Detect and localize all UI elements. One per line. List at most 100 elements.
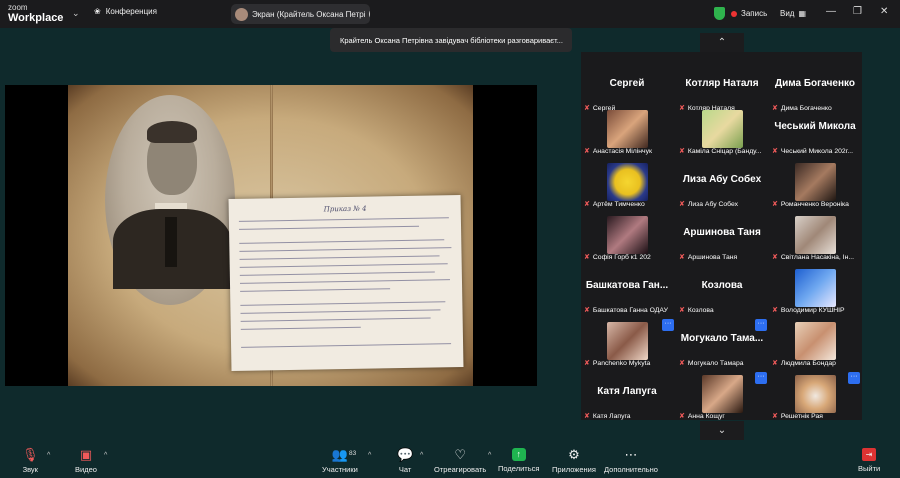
record-indicator[interactable]: Запись [731,9,767,18]
participant-tile[interactable]: ✘ Каміла Сніцар (Банду... [676,107,768,160]
leave-button[interactable]: ⇥ Выйти [858,448,880,473]
participant-tile[interactable]: ✘ Романченко Вероніка [769,160,861,213]
mic-muted-icon: ✘ [772,148,778,155]
participant-tile[interactable]: ✘ Софія Горб к1 202 [581,213,673,266]
participant-video [607,216,648,254]
tile-more-button[interactable]: ··· [755,372,767,384]
conference-menu[interactable]: ❀ Конференция [94,7,157,16]
tile-more-button[interactable]: ··· [755,319,767,331]
participant-label: ✘ Володимир КУШНІР [772,306,845,315]
participant-tile[interactable]: Чеський Микола ✘ Чеський Микола 202г... [769,107,861,160]
mic-muted-icon: ✘ [679,148,685,155]
more-dots-icon: ⋯ [624,447,638,462]
handwritten-document: Приказ № 4 [228,194,464,372]
security-shield-icon[interactable] [714,7,725,20]
share-button[interactable]: ↑ Поделиться [498,448,539,473]
participant-label: ✘ Panchenko Mykyta [584,359,651,368]
leave-label: Выйти [858,464,881,473]
video-button[interactable]: ▣ Видео [75,447,97,475]
participant-tile[interactable]: Лиза Абу Собех ✘ Лиза Абу Собех [676,160,768,213]
participant-video [607,110,648,148]
participant-tile[interactable]: Аршинова Таня ✘ Аршинова Таня [676,213,768,266]
mic-muted-icon: ✘ [679,307,685,314]
tooltip-text: Крайтель Оксана Петрівна завідувач біблі… [340,35,563,45]
participant-label: ✘ Решетнік Рая [772,412,823,421]
participant-name-large: Могукало Тама... [680,333,764,344]
microphone-muted-icon: 🎙 [22,447,39,462]
participant-tile[interactable]: ✘ Світлана Насакіна, Ін... [769,213,861,266]
audio-options-caret[interactable]: ^ [47,452,50,459]
share-label: Поделиться [498,464,540,473]
view-grid-icon: ▦ [798,9,807,18]
react-button[interactable]: ♡ Отреагировать [434,448,487,475]
title-bar: zoom Workplace ⌄ ❀ Конференция Экран (Кр… [0,0,900,28]
conference-label: Конференция [105,7,157,16]
mic-muted-icon: ✘ [584,254,590,261]
camera-off-icon: ▣ [79,447,93,462]
audio-button[interactable]: 🎙 Звук [22,447,39,475]
tile-more-button[interactable]: ··· [662,319,674,331]
participant-tile[interactable]: ✘ Володимир КУШНІР [769,266,861,319]
share-arrow-icon: ↑ [511,448,526,461]
document-title: Приказ № 4 [323,204,367,214]
participant-label: ✘ Артём Тимченко [584,200,645,209]
more-options-icon[interactable]: ··· [369,8,370,20]
meeting-toolbar: 🎙 Звук ^ ▣ Видео ^ 👥 Участники 83 ^ 💬 Ча… [0,440,900,478]
participant-label: ✘ Романченко Вероніка [772,200,849,209]
gallery-next-button[interactable]: ⌄ [700,421,744,440]
participant-tile[interactable]: ✘ Артём Тимченко [581,160,673,213]
participant-label: ✘ Анастасія Мілінчук [584,147,652,156]
participant-name-large: Лиза Абу Собех [682,174,762,185]
mic-muted-icon: ✘ [584,307,590,314]
participant-video [795,163,836,201]
mic-muted-icon: ✘ [679,413,685,420]
participant-label: ✘ Башкатова Ганна ОДАУ [584,306,668,315]
participant-video [702,375,743,413]
chat-options-caret[interactable]: ^ [420,452,423,459]
avatar [235,7,248,21]
apps-button[interactable]: ⚙ Приложения [552,447,596,475]
more-button[interactable]: ⋯ Дополнительно [604,447,658,475]
react-options-caret[interactable]: ^ [488,452,491,459]
shared-screen[interactable]: Приказ № 4 [5,85,537,386]
mic-muted-icon: ✘ [679,254,685,261]
gallery-prev-button[interactable]: ⌃ [700,33,744,52]
participants-options-caret[interactable]: ^ [368,452,371,459]
screen-share-label: Экран (Крайтель Оксана Петрі [252,9,366,19]
participant-tile[interactable]: ✘ Panchenko Mykyta [581,319,673,372]
participant-name-large: Козлова [701,280,743,291]
participant-tile[interactable]: ✘ Людмила Бондар [769,319,861,372]
close-icon[interactable]: ✕ [880,6,888,17]
mic-muted-icon: ✘ [772,201,778,208]
chevron-down-icon[interactable]: ⌄ [72,8,80,19]
participant-label: ✘ Анна Кощуг [679,412,725,421]
participant-video [795,216,836,254]
tile-more-button[interactable]: ··· [848,372,860,384]
video-options-caret[interactable]: ^ [104,452,107,459]
minimize-icon[interactable]: — [826,6,836,17]
participant-label: ✘ Софія Горб к1 202 [584,253,651,262]
screen-share-indicator[interactable]: Экран (Крайтель Оксана Петрі ··· [231,4,370,24]
participant-label: ✘ Могукало Тамара [679,359,744,368]
mic-muted-icon: ✘ [584,148,590,155]
mic-muted-icon: ✘ [772,254,778,261]
more-label: Дополнительно [604,465,658,474]
mic-muted-icon: ✘ [584,360,590,367]
participant-video [607,322,648,360]
participant-tile[interactable]: Козлова ✘ Козлова [676,266,768,319]
participant-tile[interactable]: Катя Лапуга ✘ Катя Лапуга [581,372,673,425]
apps-icon: ⚙ [568,447,580,462]
react-label: Отреагировать [434,465,487,474]
record-dot-icon [731,10,737,17]
participant-label: ✘ Світлана Насакіна, Ін... [772,253,855,262]
participant-tile[interactable]: Башкатова Ган... ✘ Башкатова Ганна ОДАУ [581,266,673,319]
view-menu[interactable]: Вид ▦ [780,9,806,18]
view-label: Вид [780,9,795,18]
participant-tile[interactable]: ✘ Анастасія Мілінчук [581,107,673,160]
apps-label: Приложения [552,465,596,474]
participant-name-large: Сергей [609,78,645,89]
chat-button[interactable]: 💬 Чат [397,448,413,475]
speaker-tooltip: Крайтель Оксана Петрівна завідувач біблі… [330,28,572,52]
leave-door-icon: ⇥ [862,448,877,461]
restore-icon[interactable]: ❐ [853,6,862,17]
